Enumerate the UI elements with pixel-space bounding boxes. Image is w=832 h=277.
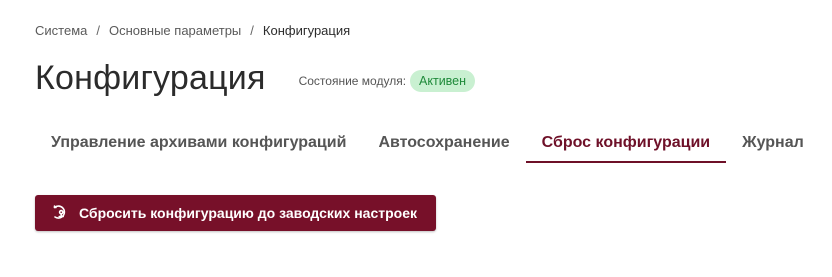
breadcrumb-item-current: Конфигурация: [262, 23, 351, 38]
breadcrumb-separator: /: [250, 23, 254, 38]
tab-bar: Управление архивами конфигураций Автосох…: [35, 124, 832, 164]
factory-reset-label: Сбросить конфигурацию до заводских настр…: [79, 205, 417, 221]
factory-reset-icon: [52, 204, 70, 222]
tab-reset-configuration[interactable]: Сброс конфигурации: [525, 124, 727, 163]
status-badge: Активен: [410, 70, 476, 92]
module-state-label: Состояние модуля:: [298, 74, 407, 88]
tab-autosave[interactable]: Автосохранение: [362, 124, 525, 162]
module-state: Состояние модуля: Активен: [298, 70, 476, 92]
tab-archives[interactable]: Управление архивами конфигураций: [35, 124, 362, 162]
breadcrumb-item-system[interactable]: Система: [35, 23, 87, 39]
factory-reset-button[interactable]: Сбросить конфигурацию до заводских настр…: [35, 195, 436, 231]
tab-journal[interactable]: Журнал: [726, 124, 820, 162]
configuration-page: Система / Основные параметры / Конфигура…: [0, 0, 832, 277]
breadcrumb-separator: /: [96, 23, 100, 38]
breadcrumb: Система / Основные параметры / Конфигура…: [35, 23, 350, 39]
breadcrumb-item-basic-params[interactable]: Основные параметры: [109, 23, 241, 39]
page-title: Конфигурация: [35, 59, 266, 97]
title-row: Конфигурация Состояние модуля: Активен: [35, 57, 476, 99]
